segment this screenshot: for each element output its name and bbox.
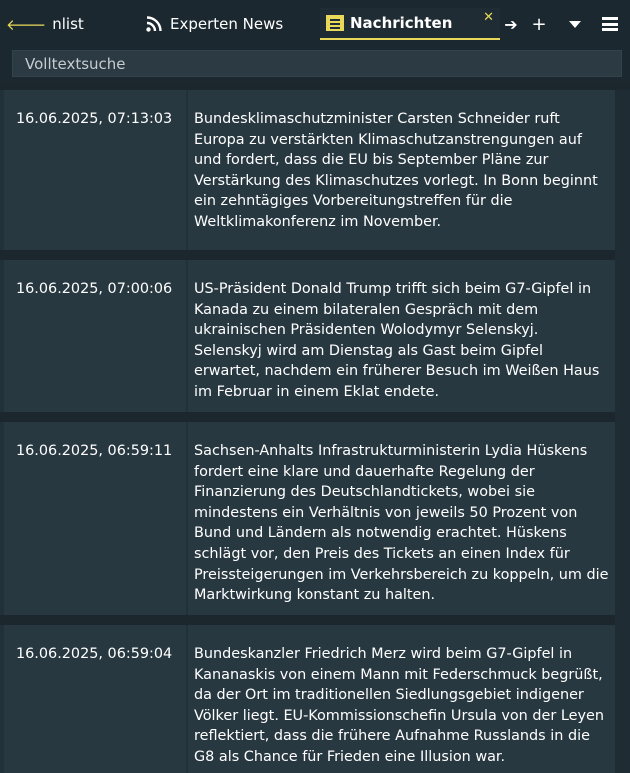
news-text: US-Präsident Donald Trump trifft sich be… bbox=[194, 281, 600, 400]
newspaper-icon bbox=[326, 15, 344, 31]
news-item[interactable]: 16.06.2025, 07:00:06 US-Präsident Donald… bbox=[4, 260, 615, 412]
row-separator bbox=[0, 250, 630, 260]
row-separator bbox=[0, 412, 630, 422]
tab-nachrichten[interactable]: Nachrichten ✕ bbox=[320, 8, 500, 40]
divider bbox=[0, 82, 630, 90]
tab-previous-label: nlist bbox=[52, 15, 84, 33]
news-text: Bundeskanzler Friedrich Merz wird beim G… bbox=[194, 646, 604, 765]
news-item[interactable]: 16.06.2025, 06:59:04 Bundeskanzler Fried… bbox=[4, 625, 615, 773]
news-text: Sachsen-Anhalts Infrastrukturministerin … bbox=[194, 443, 609, 604]
dropdown-button[interactable] bbox=[562, 10, 588, 38]
menu-button[interactable] bbox=[597, 10, 623, 38]
add-tab-button[interactable]: + bbox=[526, 10, 552, 38]
close-icon[interactable]: ✕ bbox=[483, 10, 494, 25]
tab-nachrichten-label: Nachrichten bbox=[350, 14, 453, 32]
arrow-left-icon[interactable]: 🡐 bbox=[6, 15, 46, 34]
search-input[interactable] bbox=[12, 50, 622, 77]
news-timestamp: 16.06.2025, 07:00:06 bbox=[16, 281, 173, 297]
hamburger-menu-icon bbox=[602, 17, 618, 31]
row-separator bbox=[0, 615, 630, 625]
news-item[interactable]: 16.06.2025, 06:59:11 Sachsen-Anhalts Inf… bbox=[4, 422, 615, 615]
tab-bar: 🡐 nlist Experten News Nachrichten ✕ ➔ + bbox=[0, 0, 630, 46]
news-timestamp: 16.06.2025, 06:59:04 bbox=[16, 646, 173, 662]
news-item[interactable]: 16.06.2025, 07:13:03 Bundesklimaschutzmi… bbox=[4, 90, 615, 250]
news-text: Bundesklimaschutzminister Carsten Schnei… bbox=[194, 111, 598, 230]
news-list: 16.06.2025, 07:13:03 Bundesklimaschutzmi… bbox=[0, 90, 630, 773]
news-timestamp: 16.06.2025, 06:59:11 bbox=[16, 443, 173, 459]
tab-experten-news[interactable]: Experten News bbox=[146, 8, 283, 40]
scroll-track[interactable] bbox=[615, 90, 630, 773]
arrow-right-icon[interactable]: ➔ bbox=[498, 10, 524, 38]
news-timestamp: 16.06.2025, 07:13:03 bbox=[16, 111, 173, 127]
tab-previous[interactable]: 🡐 nlist bbox=[6, 8, 84, 40]
search-bar bbox=[0, 46, 630, 82]
chevron-down-icon bbox=[569, 20, 581, 28]
rss-icon bbox=[146, 16, 162, 32]
tab-experten-news-label: Experten News bbox=[170, 15, 284, 33]
